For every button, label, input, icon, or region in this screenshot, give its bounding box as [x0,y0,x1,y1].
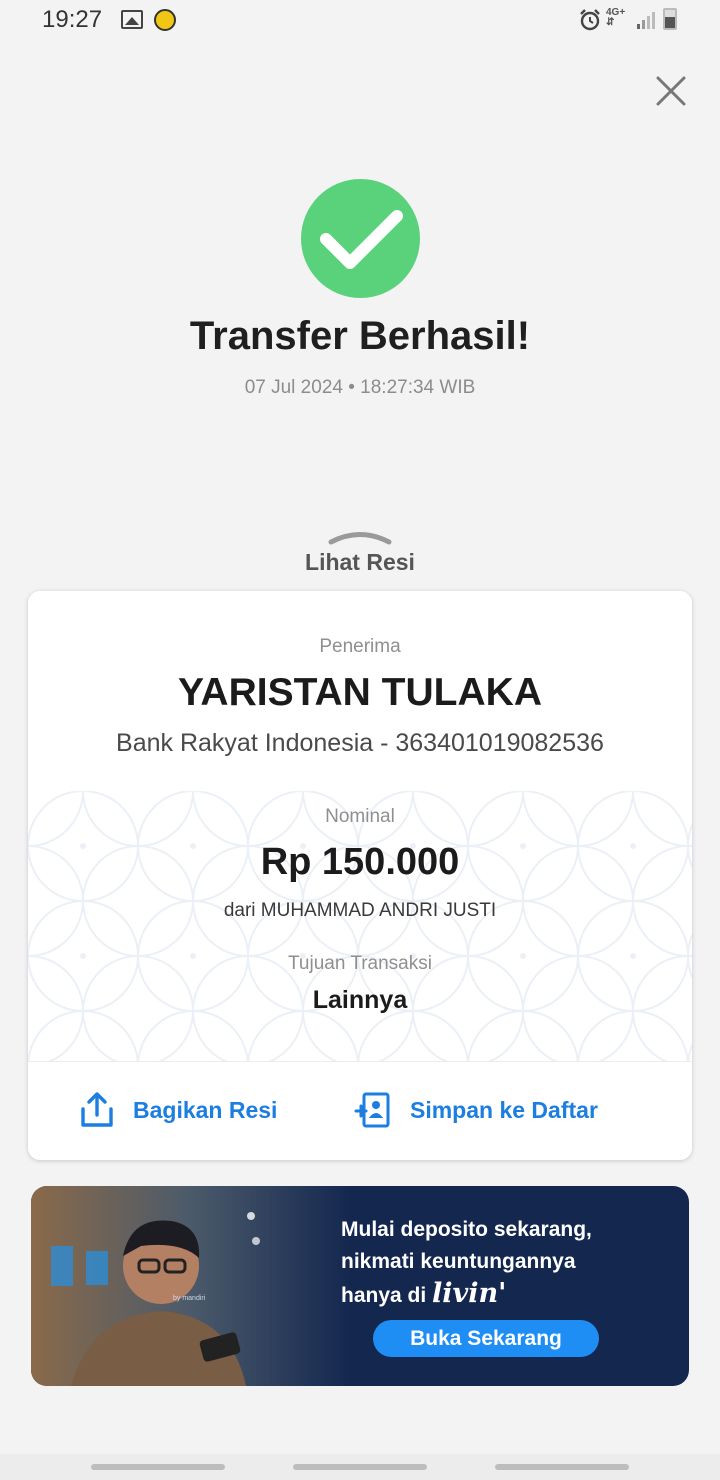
share-receipt-button[interactable]: Bagikan Resi [78,1081,298,1141]
close-button[interactable] [654,74,688,108]
livin-logo: livin' [432,1278,507,1309]
nav-recent-button[interactable] [91,1464,225,1470]
share-receipt-label: Bagikan Resi [133,1097,278,1123]
purpose-label: Tujuan Transaksi [288,953,432,974]
nav-back-button[interactable] [495,1464,629,1470]
battery-icon [663,8,677,30]
recipient-bank-account: Bank Rakyat Indonesia - 363401019082536 [116,729,604,757]
chevron-up-icon [328,532,392,545]
signal-icon [637,12,655,29]
add-contact-icon [354,1092,390,1128]
data-arrows-icon: ⇵ [606,17,615,28]
app-notification-icon [154,9,176,31]
network-indicator: 4G+ ⇵ [606,8,625,28]
divider [28,1061,692,1062]
amount-label: Nominal [325,806,395,827]
save-to-list-label: Simpan ke Daftar [410,1097,598,1123]
sender-name: dari MUHAMMAD ANDRI JUSTI [223,900,497,921]
recipient-name: YARISTAN TULAKA [177,671,542,714]
promo-banner[interactable]: Mulai deposito sekarang, nikmati keuntun… [31,1186,689,1386]
check-circle-icon [301,179,420,298]
promo-line-2: nikmati keuntungannya [341,1250,576,1273]
alarm-icon [580,9,600,31]
nav-home-button[interactable] [293,1464,427,1470]
view-receipt-toggle[interactable]: Lihat Resi [260,525,460,580]
save-to-list-button[interactable]: Simpan ke Daftar [354,1081,624,1141]
promo-text: Mulai deposito sekarang, nikmati keuntun… [341,1214,592,1312]
open-now-button[interactable]: Buka Sekarang [373,1320,599,1357]
status-bar: 19:27 4G+ ⇵ [0,0,720,44]
view-receipt-label: Lihat Resi [305,549,415,575]
close-icon [656,76,686,106]
page-title: Transfer Berhasil! [189,314,531,358]
livin-logo-sub: by mandiri [173,1295,206,1302]
receipt-card: Penerima YARISTAN TULAKA Bank Rakyat Ind… [28,591,692,1160]
transaction-datetime: 07 Jul 2024 • 18:27:34 WIB [244,377,476,398]
promo-line-3: hanya di [341,1284,427,1307]
promo-photo [31,1186,351,1386]
receipt-details: Penerima YARISTAN TULAKA Bank Rakyat Ind… [28,591,692,1061]
transfer-amount: Rp 150.000 [260,841,460,883]
transaction-purpose: Lainnya [312,986,408,1014]
image-icon [121,10,143,29]
recipient-label: Penerima [319,636,401,657]
share-icon [81,1092,113,1127]
status-time: 19:27 [42,6,103,33]
checkmark-icon [320,210,403,269]
promo-line-1: Mulai deposito sekarang, [341,1218,592,1241]
promo-line-3-wrap: hanya di livin' [341,1278,592,1312]
system-nav-bar [0,1454,720,1480]
